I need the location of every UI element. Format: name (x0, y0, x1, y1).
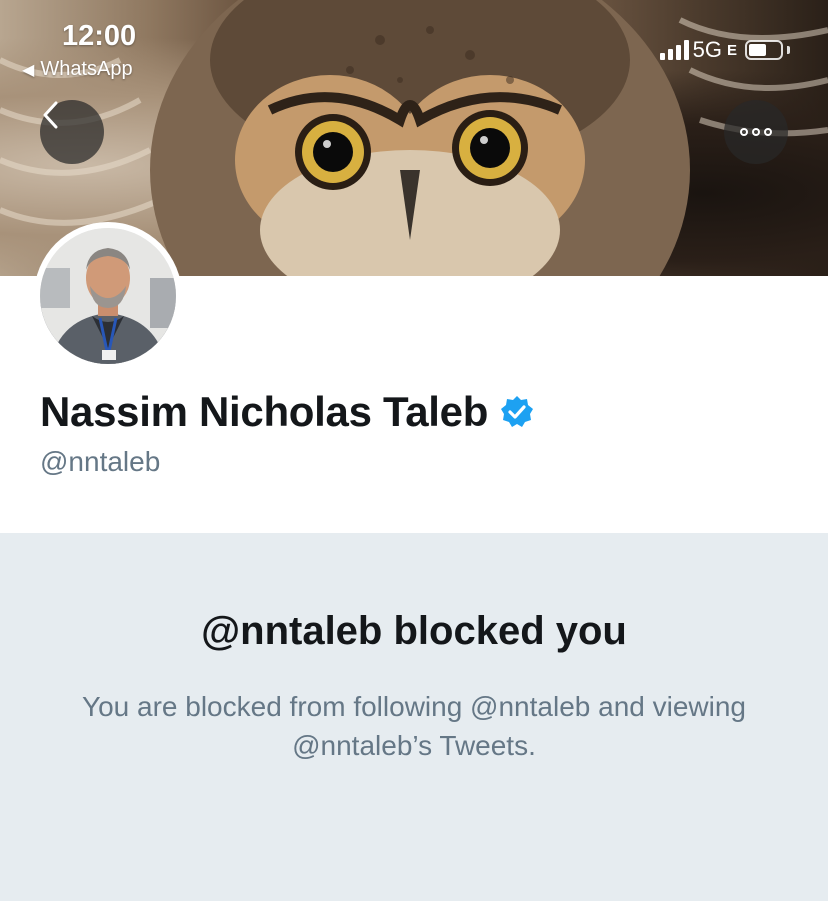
status-time: 12:00 (62, 20, 137, 52)
profile-name-row: Nassim Nicholas Taleb (40, 388, 534, 436)
network-type: 5G (692, 37, 722, 62)
status-indicators: 5G E (659, 37, 790, 62)
avatar[interactable] (34, 222, 182, 370)
blocked-panel: @nntaleb blocked you You are blocked fro… (0, 533, 828, 901)
chevron-left-icon (43, 101, 58, 129)
profile-name: Nassim Nicholas Taleb (40, 388, 489, 435)
more-icon (740, 128, 772, 136)
back-button[interactable] (40, 100, 104, 164)
battery-icon (745, 40, 783, 60)
battery-tip (787, 46, 790, 54)
signal-icon (659, 40, 689, 60)
network-suffix: E (726, 41, 737, 59)
more-button[interactable] (724, 100, 788, 164)
profile-handle: @nntaleb (40, 446, 161, 477)
status-back-to-app[interactable]: ◀ WhatsApp (22, 58, 133, 81)
blocked-message: You are blocked from following @nntaleb … (81, 691, 746, 761)
status-back-label: WhatsApp (40, 58, 133, 80)
verified-badge-icon (501, 396, 534, 427)
avatar-photo (40, 228, 176, 364)
back-triangle-icon: ◀ (22, 62, 35, 79)
blocked-title: @nntaleb blocked you (201, 609, 627, 653)
